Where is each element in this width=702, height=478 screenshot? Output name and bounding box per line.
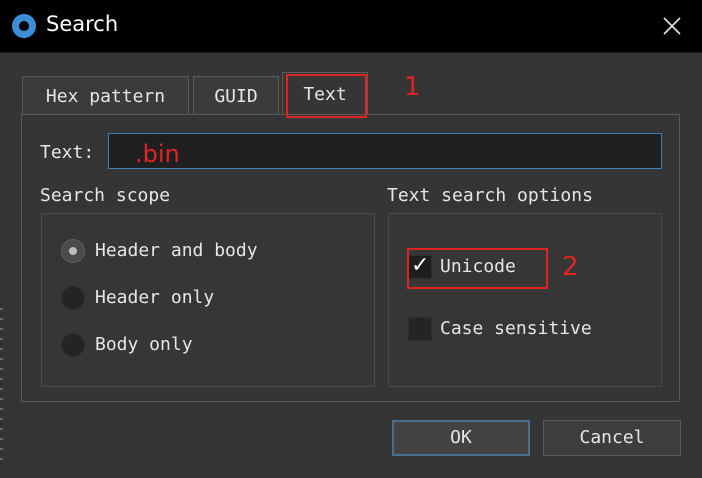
close-icon[interactable] bbox=[660, 14, 684, 38]
case-sensitive-checkbox[interactable] bbox=[408, 317, 432, 341]
tab-guid[interactable]: GUID bbox=[193, 76, 279, 114]
radio-label-header-only[interactable]: Header only bbox=[95, 287, 214, 308]
annotation-box-1 bbox=[286, 74, 367, 118]
gear-app-icon bbox=[12, 14, 36, 38]
text-options-group bbox=[388, 213, 662, 387]
cancel-button[interactable]: Cancel bbox=[543, 420, 681, 456]
annotation-number-2: 2 bbox=[562, 252, 579, 282]
text-field-label: Text: bbox=[40, 142, 95, 163]
ok-button[interactable]: OK bbox=[392, 420, 530, 456]
title-bar: Search bbox=[0, 0, 702, 53]
radio-header-and-body[interactable] bbox=[61, 239, 85, 263]
radio-label-body-only[interactable]: Body only bbox=[95, 334, 193, 355]
annotation-box-2 bbox=[407, 248, 548, 289]
checkbox-label-case-sensitive[interactable]: Case sensitive bbox=[440, 318, 592, 339]
text-options-title: Text search options bbox=[387, 185, 593, 206]
edge-marks bbox=[0, 300, 3, 460]
text-input[interactable]: .bin bbox=[108, 133, 662, 169]
tab-hex-pattern[interactable]: Hex pattern bbox=[22, 76, 189, 114]
annotation-number-1: 1 bbox=[404, 72, 421, 102]
radio-body-only[interactable] bbox=[61, 333, 85, 357]
radio-header-only[interactable] bbox=[61, 286, 85, 310]
radio-label-header-and-body[interactable]: Header and body bbox=[95, 240, 258, 261]
window-title: Search bbox=[46, 12, 119, 36]
search-scope-title: Search scope bbox=[40, 185, 171, 206]
